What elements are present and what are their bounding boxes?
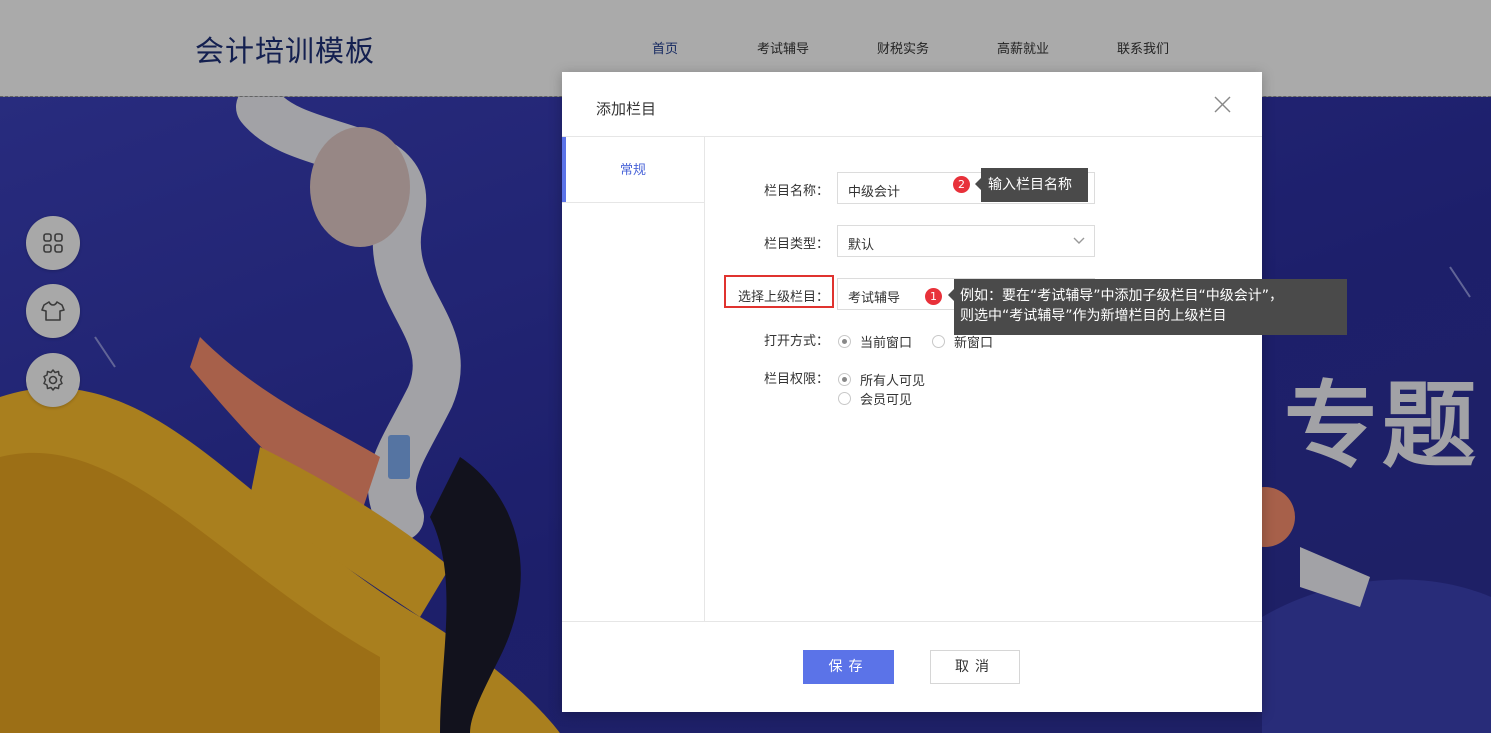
chevron-down-icon — [1073, 237, 1085, 244]
tab-general[interactable]: 常规 — [562, 137, 704, 203]
parent-label: 选择上级栏目： — [737, 290, 829, 305]
add-column-dialog: 添加栏目 常规 栏目名称： 中级会计 栏目类型： 默认 选择上级栏目： 考试辅导… — [562, 72, 1347, 713]
dialog-title: 添加栏目 — [596, 100, 657, 118]
annotation-text-1-line1: 例如：要在“考试辅导”中添加子级栏目“中级会计”， — [960, 288, 1284, 304]
dialog-side-tabs: 常规 — [562, 137, 705, 621]
radio-members-visible-label: 会员可见 — [860, 393, 913, 408]
parent-column-value: 考试辅导 — [848, 291, 901, 306]
radio-everyone-visible[interactable]: 所有人可见 — [838, 370, 925, 389]
annotation-badge-2: 2 — [953, 176, 970, 193]
dialog-footer: 保存 取消 — [562, 621, 1262, 713]
column-type-select[interactable]: 默认 — [837, 225, 1095, 257]
annotation-tooltip-2: 输入栏目名称 — [975, 168, 1088, 202]
radio-circle — [838, 373, 851, 386]
annotation-tooltip-1: 例如：要在“考试辅导”中添加子级栏目“中级会计”， 则选中“考试辅导”作为新增栏… — [948, 279, 1347, 335]
radio-circle — [932, 335, 945, 348]
annotation-badge-1: 1 — [925, 288, 942, 305]
column-name-value: 中级会计 — [848, 185, 901, 200]
cancel-button[interactable]: 取消 — [930, 650, 1020, 684]
name-label: 栏目名称： — [763, 184, 829, 199]
radio-circle — [838, 392, 851, 405]
radio-current-window-label: 当前窗口 — [860, 336, 913, 351]
tooltip-arrow — [948, 289, 954, 301]
annotation-text-1-line2: 则选中“考试辅导”作为新增栏目的上级栏目 — [960, 308, 1227, 324]
close-icon[interactable] — [1214, 96, 1231, 113]
tab-general-label: 常规 — [619, 163, 646, 178]
annotation-text-2: 输入栏目名称 — [988, 177, 1072, 193]
open-mode-label: 打开方式： — [763, 334, 829, 349]
radio-everyone-visible-label: 所有人可见 — [860, 374, 926, 389]
permission-label: 栏目权限： — [763, 372, 829, 387]
radio-current-window[interactable]: 当前窗口 — [838, 332, 912, 351]
tooltip-arrow — [975, 178, 981, 190]
radio-circle — [838, 335, 851, 348]
dialog-header: 添加栏目 — [562, 72, 1262, 137]
type-label: 栏目类型： — [763, 237, 829, 252]
column-type-value: 默认 — [848, 238, 875, 253]
save-button[interactable]: 保存 — [803, 650, 894, 684]
radio-members-visible[interactable]: 会员可见 — [838, 389, 912, 408]
